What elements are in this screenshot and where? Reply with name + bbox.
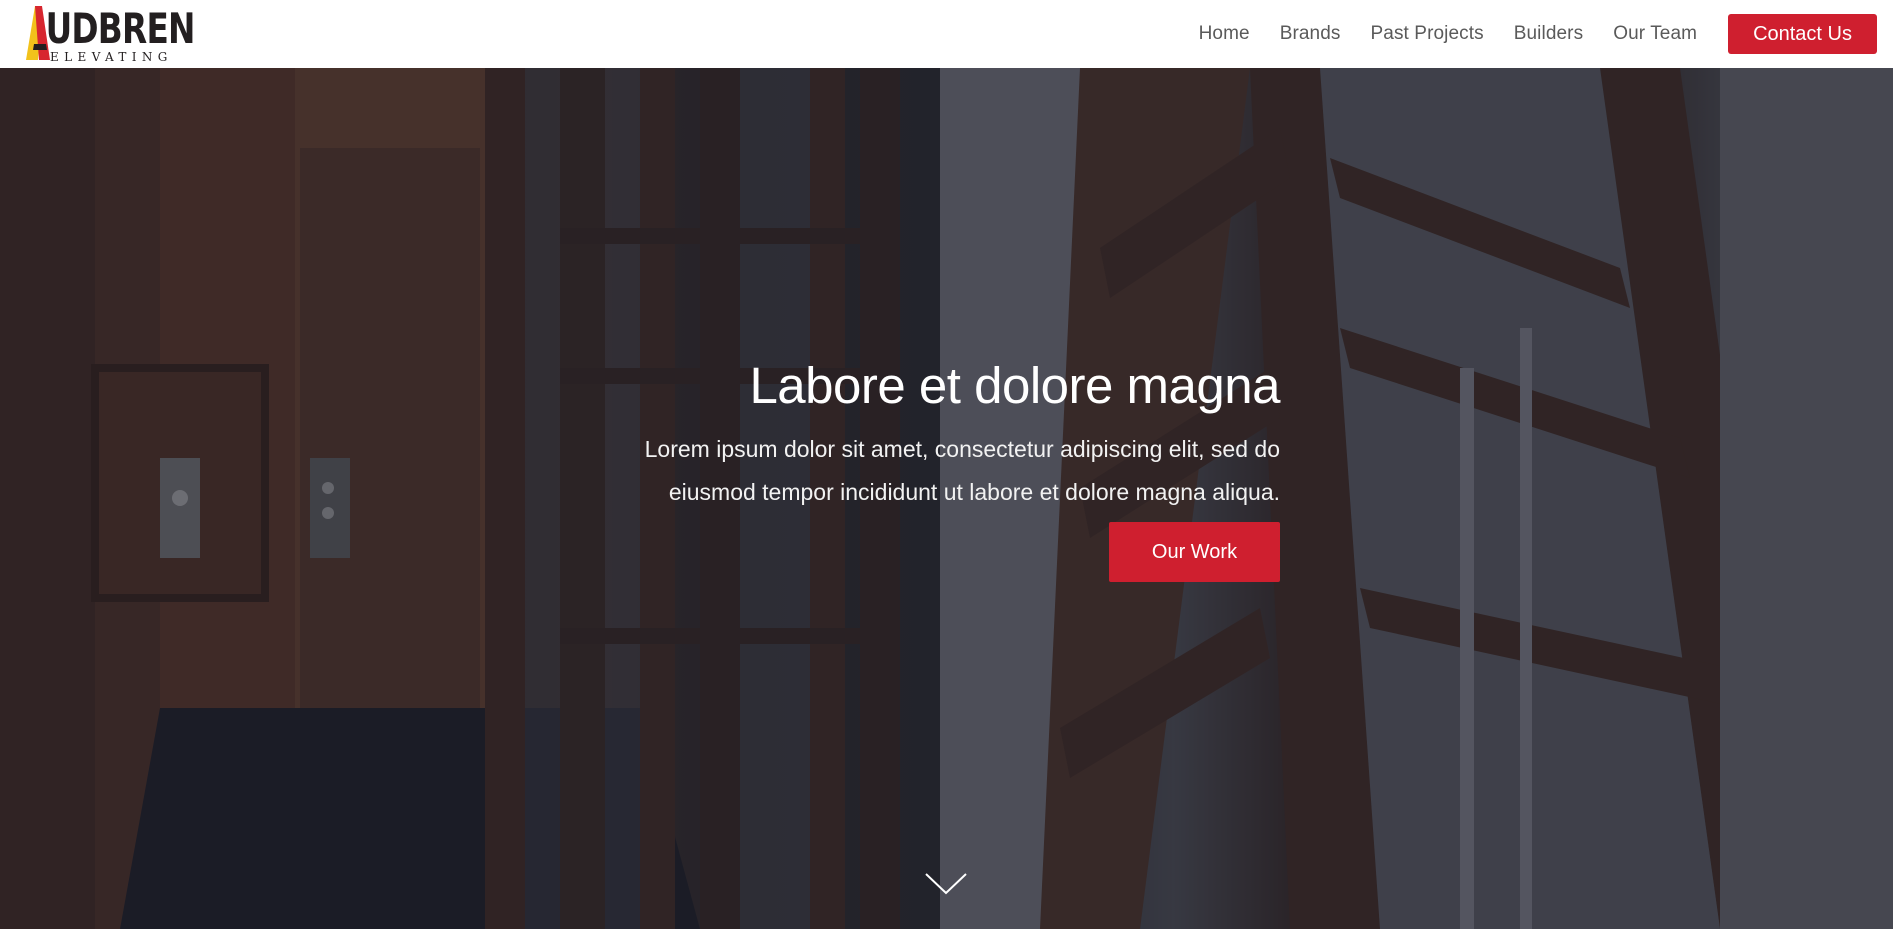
nav-home[interactable]: Home [1199,23,1250,45]
nav-past-projects[interactable]: Past Projects [1371,23,1484,45]
nav-brands[interactable]: Brands [1280,23,1341,45]
nav-builders[interactable]: Builders [1514,23,1583,45]
hero-description-line-2: eiusmod tempor incididunt ut labore et d… [668,479,1280,505]
logo-subtitle: ELEVATING [50,50,173,64]
logo-wordmark-text: UDBREN [45,4,196,53]
hero-description-line-1: Lorem ipsum dolor sit amet, consectetur … [644,436,1280,462]
nav-our-team[interactable]: Our Team [1613,23,1697,45]
hero-description: Lorem ipsum dolor sit amet, consectetur … [480,428,1280,514]
logo-wordmark: AUDBREN [22,4,196,54]
hero-content: Labore et dolore magna Lorem ipsum dolor… [480,356,1281,582]
logo[interactable]: AUDBREN ELEVATING [22,4,195,64]
hero-title: Labore et dolore magna [749,357,1280,414]
our-work-button[interactable]: Our Work [1109,522,1280,582]
hero-section: Labore et dolore magna Lorem ipsum dolor… [0,68,1893,929]
chevron-down-icon[interactable] [924,872,968,896]
site-header: AUDBREN ELEVATING Home Brands Past Proje… [0,0,1893,68]
contact-us-button[interactable]: Contact Us [1728,14,1877,54]
main-nav: Home Brands Past Projects Builders Our T… [1199,0,1877,68]
